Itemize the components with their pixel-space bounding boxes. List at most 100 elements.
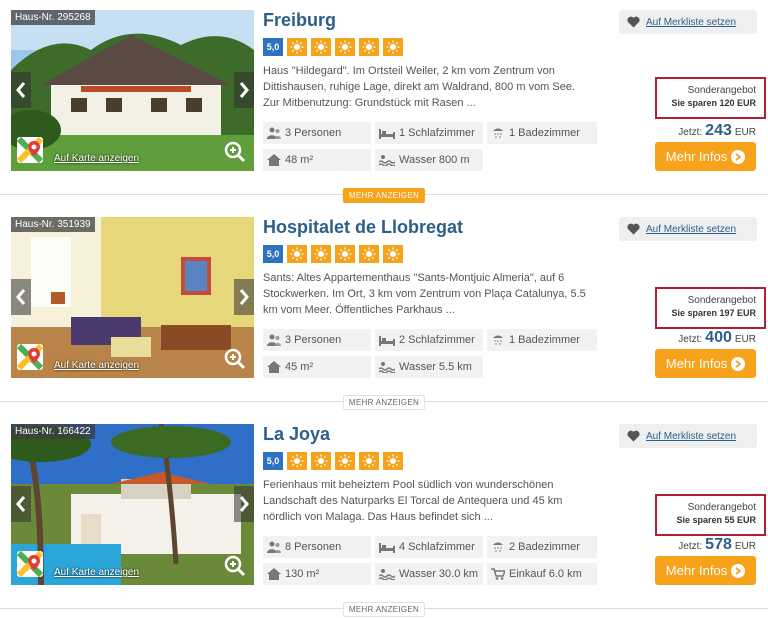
- listing-title[interactable]: La Joya: [263, 424, 330, 445]
- google-maps-icon[interactable]: [17, 137, 43, 163]
- arrow-circle-icon: [731, 149, 746, 164]
- price-amount: 243: [705, 122, 732, 139]
- sun-icon: [335, 245, 355, 263]
- more-info-button[interactable]: Mehr Infos: [655, 556, 756, 585]
- bed-icon: [379, 129, 395, 139]
- zoom-icon[interactable]: [224, 141, 246, 163]
- show-on-map-link[interactable]: Auf Karte anzeigen: [54, 153, 139, 164]
- score-badge: 5,0: [263, 245, 283, 263]
- sun-icon: [287, 245, 307, 263]
- sun-icon: [287, 452, 307, 470]
- more-info-button[interactable]: Mehr Infos: [655, 349, 756, 378]
- fact-water: Wasser 30.0 km: [375, 563, 483, 585]
- fact-text: Wasser 30.0 km: [399, 568, 479, 580]
- bed-icon: [379, 543, 395, 553]
- next-photo-button[interactable]: [234, 279, 254, 315]
- google-maps-icon[interactable]: [17, 551, 43, 577]
- google-maps-icon[interactable]: [17, 344, 43, 370]
- listing-description: Ferienhaus mit beheiztem Pool südlich vo…: [263, 479, 563, 523]
- water-icon: [379, 569, 395, 580]
- price: Jetzt: 243 EUR: [678, 122, 756, 140]
- fact-bedrooms: 4 Schlafzimmer: [375, 536, 483, 558]
- sun-icon: [359, 38, 379, 56]
- offer-label: Sonderangebot: [687, 502, 756, 513]
- fact-text: 45 m²: [285, 361, 314, 373]
- add-to-watchlist-button[interactable]: Auf Merkliste setzen: [619, 10, 757, 34]
- listing-photo[interactable]: Haus-Nr. 166422 Auf Karte anzeigen: [11, 424, 254, 585]
- sun-icon: [311, 245, 331, 263]
- show-on-map-link[interactable]: Auf Karte anzeigen: [54, 360, 139, 371]
- sun-icon: [311, 452, 331, 470]
- show-more-button[interactable]: MEHR ANZEIGEN: [342, 395, 426, 410]
- persons-icon: [267, 127, 281, 139]
- house-photo-image: [11, 10, 254, 171]
- price-prefix: Jetzt:: [678, 334, 703, 345]
- fact-bathrooms: 1 Badezimmer: [487, 329, 597, 351]
- sun-icon: [383, 245, 403, 263]
- price-amount: 578: [705, 536, 732, 553]
- show-on-map-link[interactable]: Auf Karte anzeigen: [54, 567, 139, 578]
- fact-area: 130 m²: [263, 563, 371, 585]
- listing-title[interactable]: Hospitalet de Llobregat: [263, 217, 463, 238]
- next-photo-button[interactable]: [234, 72, 254, 108]
- fact-text: 1 Badezimmer: [509, 127, 580, 139]
- add-to-watchlist-button[interactable]: Auf Merkliste setzen: [619, 217, 757, 241]
- persons-icon: [267, 334, 281, 346]
- water-icon: [379, 362, 395, 373]
- house-number-label: Haus-Nr. 295268: [11, 10, 95, 25]
- price: Jetzt: 578 EUR: [678, 536, 756, 554]
- more-info-label: Mehr Infos: [665, 356, 728, 371]
- more-info-button[interactable]: Mehr Infos: [655, 142, 756, 171]
- sun-icon: [383, 38, 403, 56]
- rating-row: 5,0: [263, 245, 403, 263]
- fact-persons: 8 Personen: [263, 536, 371, 558]
- price-amount: 400: [705, 329, 732, 346]
- more-info-label: Mehr Infos: [665, 563, 728, 578]
- house-number-label: Haus-Nr. 166422: [11, 424, 95, 439]
- next-photo-button[interactable]: [234, 486, 254, 522]
- score-badge: 5,0: [263, 452, 283, 470]
- fact-text: 130 m²: [285, 568, 320, 580]
- watchlist-label: Auf Merkliste setzen: [646, 16, 737, 28]
- fact-text: 8 Personen: [285, 541, 342, 553]
- fact-text: 1 Schlafzimmer: [399, 127, 475, 139]
- add-to-watchlist-button[interactable]: Auf Merkliste setzen: [619, 424, 757, 448]
- fact-text: Wasser 5.5 km: [399, 361, 472, 373]
- prev-photo-button[interactable]: [11, 486, 31, 522]
- chevron-left-icon: [16, 82, 26, 98]
- fact-bedrooms: 1 Schlafzimmer: [375, 122, 483, 144]
- offer-label: Sonderangebot: [687, 295, 756, 306]
- zoom-icon[interactable]: [224, 348, 246, 370]
- fact-bathrooms: 1 Badezimmer: [487, 122, 597, 144]
- fact-persons: 3 Personen: [263, 329, 371, 351]
- show-more-button[interactable]: MEHR ANZEIGEN: [342, 188, 426, 203]
- fact-text: 48 m²: [285, 154, 314, 166]
- villa-photo-image: [11, 424, 254, 585]
- listing-description: Haus "Hildegard". Im Ortsteil Weiler, 2 …: [263, 65, 576, 109]
- heart-icon: [627, 430, 640, 442]
- listing-title[interactable]: Freiburg: [263, 10, 336, 31]
- price-currency: EUR: [734, 541, 756, 552]
- listing-card: Haus-Nr. 166422 Auf Karte anzeigen La Jo…: [0, 414, 768, 609]
- price-prefix: Jetzt:: [678, 127, 703, 138]
- offer-savings: Sie sparen 197 EUR: [671, 308, 756, 318]
- listing-photo[interactable]: Haus-Nr. 295268 Auf Karte anzeigen: [11, 10, 254, 171]
- house-icon: [267, 568, 281, 580]
- price-prefix: Jetzt:: [678, 541, 703, 552]
- rating-row: 5,0: [263, 452, 403, 470]
- shower-icon: [493, 128, 503, 138]
- prev-photo-button[interactable]: [11, 279, 31, 315]
- more-info-label: Mehr Infos: [665, 149, 728, 164]
- listing-photo[interactable]: Haus-Nr. 351939 Auf Karte anzeigen: [11, 217, 254, 378]
- prev-photo-button[interactable]: [11, 72, 31, 108]
- arrow-circle-icon: [731, 563, 746, 578]
- bed-icon: [379, 336, 395, 346]
- fact-area: 45 m²: [263, 356, 371, 378]
- shower-icon: [493, 335, 503, 345]
- zoom-icon[interactable]: [224, 555, 246, 577]
- score-badge: 5,0: [263, 38, 283, 56]
- show-more-button[interactable]: MEHR ANZEIGEN: [342, 602, 426, 617]
- house-icon: [267, 361, 281, 373]
- fact-bathrooms: 2 Badezimmer: [487, 536, 597, 558]
- fact-text: 2 Badezimmer: [509, 541, 580, 553]
